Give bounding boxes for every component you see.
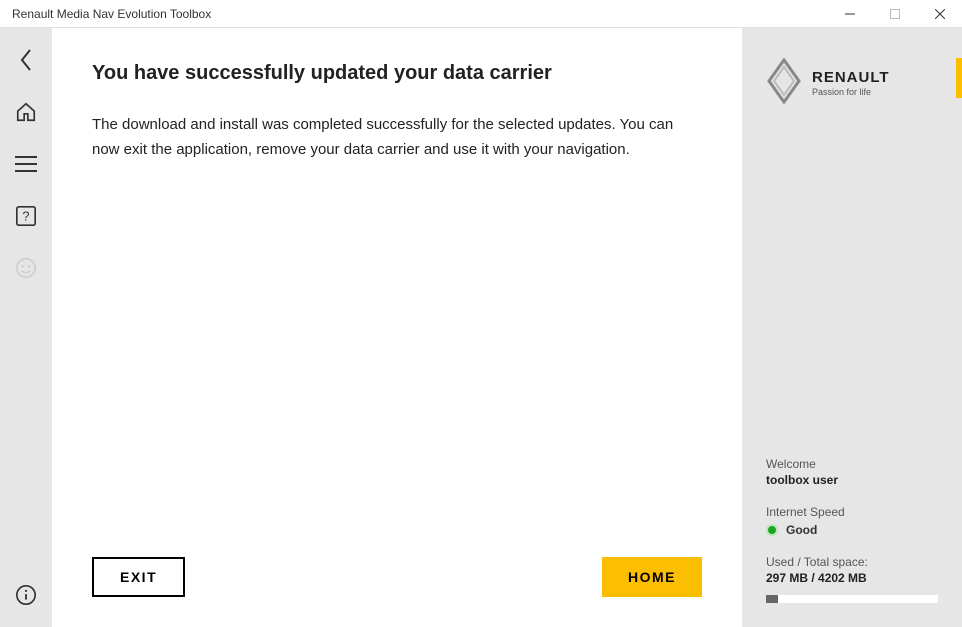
page-body-text: The download and install was completed s…	[92, 113, 702, 163]
brand-tagline: Passion for life	[812, 88, 890, 97]
window-controls	[827, 0, 962, 27]
internet-value: Good	[786, 523, 817, 537]
welcome-label: Welcome	[766, 457, 938, 471]
info-icon[interactable]	[12, 581, 40, 609]
storage-label: Used / Total space:	[766, 555, 938, 569]
internet-label: Internet Speed	[766, 505, 938, 519]
exit-button[interactable]: EXIT	[92, 557, 185, 597]
home-icon[interactable]	[12, 98, 40, 126]
menu-icon[interactable]	[12, 150, 40, 178]
page-title: You have successfully updated your data …	[92, 62, 702, 85]
brand-name: RENAULT	[812, 70, 890, 85]
renault-logo-icon	[766, 58, 802, 109]
username: toolbox user	[766, 473, 938, 487]
welcome-block: Welcome toolbox user	[766, 457, 938, 487]
app-body: ? You have successfully updated your dat…	[0, 28, 962, 627]
home-button[interactable]: HOME	[602, 557, 702, 597]
maximize-button	[872, 0, 917, 28]
storage-block: Used / Total space: 297 MB / 4202 MB	[766, 555, 938, 603]
help-icon[interactable]: ?	[12, 202, 40, 230]
sidebar: ?	[0, 28, 52, 627]
storage-value: 297 MB / 4202 MB	[766, 571, 938, 585]
storage-fill	[766, 595, 778, 603]
back-icon[interactable]	[12, 46, 40, 74]
brand-accent	[956, 58, 962, 98]
titlebar: Renault Media Nav Evolution Toolbox	[0, 0, 962, 28]
svg-text:?: ?	[22, 209, 29, 224]
right-panel: RENAULT Passion for life Welcome toolbox…	[742, 28, 962, 627]
button-row: EXIT HOME	[92, 557, 702, 597]
storage-bar	[766, 595, 938, 603]
window-title: Renault Media Nav Evolution Toolbox	[12, 7, 211, 21]
internet-block: Internet Speed Good	[766, 505, 938, 537]
brand: RENAULT Passion for life	[766, 58, 938, 109]
minimize-button[interactable]	[827, 0, 872, 28]
status-dot-icon	[766, 524, 778, 536]
badge-icon	[12, 254, 40, 282]
main-content: You have successfully updated your data …	[52, 28, 742, 627]
close-button[interactable]	[917, 0, 962, 28]
